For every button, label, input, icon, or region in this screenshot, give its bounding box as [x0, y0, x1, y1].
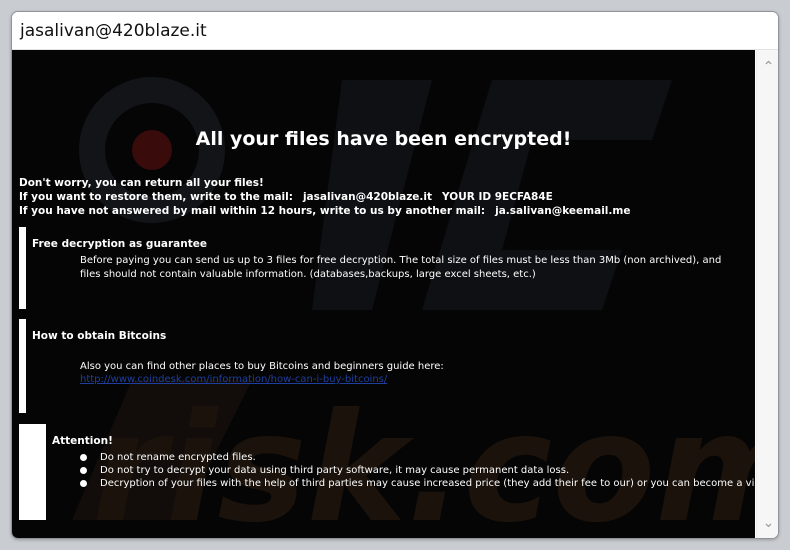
section-title-guarantee: Free decryption as guarantee	[32, 238, 208, 250]
section-title-bitcoins: How to obtain Bitcoins	[32, 330, 167, 342]
contact-prefix: If you want to restore them, write to th…	[19, 191, 293, 203]
victim-id: YOUR ID 9ECFA84E	[442, 191, 553, 203]
section-body-bitcoins: Also you can find other places to buy Bi…	[80, 361, 444, 372]
fallback-prefix: If you have not answered by mail within …	[19, 205, 486, 217]
ransom-note-window: jasalivan@420blaze.it risk.com All your …	[11, 11, 779, 539]
fallback-email: ja.salivan@keemail.me	[495, 205, 631, 217]
section-title-attention: Attention!	[52, 435, 113, 447]
chevron-down-icon[interactable]: ⌄	[757, 512, 778, 534]
attention-list: Do not rename encrypted files. Do not tr…	[80, 451, 755, 490]
vertical-scrollbar[interactable]: ⌃ ⌄	[756, 50, 778, 538]
headline: All your files have been encrypted!	[195, 128, 572, 150]
note-content: risk.com All your files have been encryp…	[12, 50, 755, 538]
list-item: Do not rename encrypted files.	[80, 451, 750, 464]
section-body-guarantee: Before paying you can send us up to 3 fi…	[80, 255, 722, 280]
section-box-attention	[19, 424, 46, 520]
section-bar-guarantee	[19, 227, 26, 309]
window-title: jasalivan@420blaze.it	[20, 21, 207, 41]
contact-email: jasalivan@420blaze.it	[302, 191, 433, 203]
chevron-up-icon[interactable]: ⌃	[757, 56, 778, 78]
bitcoin-guide-link[interactable]: http://www.coindesk.com/information/how-…	[80, 374, 387, 385]
contact-line: If you want to restore them, write to th…	[19, 191, 553, 203]
intro-line: Don't worry, you can return all your fil…	[19, 177, 264, 189]
title-bar[interactable]: jasalivan@420blaze.it	[12, 12, 778, 50]
list-item: Decryption of your files with the help o…	[80, 477, 755, 490]
fallback-contact-line: If you have not answered by mail within …	[19, 205, 630, 217]
list-item: Do not try to decrypt your data using th…	[80, 464, 750, 477]
section-bar-bitcoins	[19, 319, 26, 413]
